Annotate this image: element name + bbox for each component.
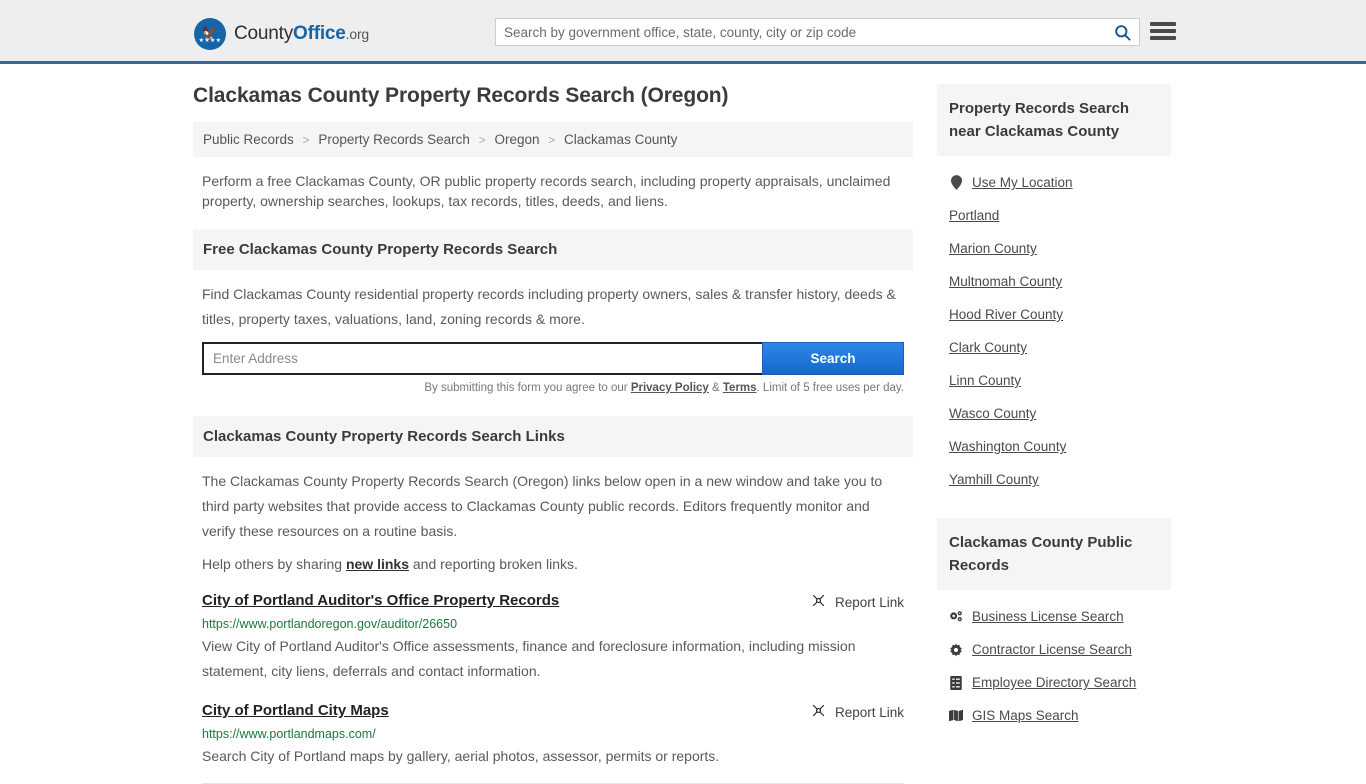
public-records-heading: Clackamas County Public Records [937,518,1171,590]
cogs-icon [949,610,963,623]
sidebar-item-contractor-license-search[interactable]: Contractor License Search [949,633,1159,666]
report-link-label: Report Link [834,594,904,610]
sidebar-item-yamhill-county[interactable]: Yamhill County [949,463,1159,496]
sidebar-item-label[interactable]: Marion County [949,241,1037,256]
sidebar-item-use-my-location[interactable]: Use My Location [949,166,1159,199]
address-input[interactable] [202,342,762,375]
map-pin-icon [949,175,963,190]
sidebar-item-label[interactable]: Yamhill County [949,472,1039,487]
sidebar-item-washington-county[interactable]: Washington County [949,430,1159,463]
disclaimer-suffix: . Limit of 5 free uses per day. [756,382,904,394]
disclaimer-prefix: By submitting this form you agree to our [424,382,631,394]
sidebar-item-label[interactable]: Linn County [949,373,1021,388]
eagle-seal-icon: 🦅 ★★★★ [194,18,226,50]
brand-text: CountyOffice.org [234,23,369,45]
hamburger-menu-icon[interactable] [1150,19,1176,43]
search-input[interactable] [496,19,1105,45]
nearby-search-heading: Property Records Search near Clackamas C… [937,84,1171,156]
sidebar-item-wasco-county[interactable]: Wasco County [949,397,1159,430]
brand-office: Office [293,23,346,44]
site-header: 🦅 ★★★★ CountyOffice.org [0,0,1366,64]
free-search-panel: Free Clackamas County Property Records S… [193,229,913,394]
sidebar-item-marion-county[interactable]: Marion County [949,232,1159,265]
help-others-text: Help others by sharing new links and rep… [202,554,904,574]
sidebar-item-label[interactable]: Wasco County [949,406,1036,421]
search-links-panel: Clackamas County Property Records Search… [193,416,913,784]
page-intro: Perform a free Clackamas County, OR publ… [202,173,891,209]
sidebar-item-label[interactable]: Business License Search [972,609,1124,624]
brand-org: .org [345,26,370,42]
result-description: View City of Portland Auditor's Office a… [202,638,856,679]
breadcrumb-item-property-records-search[interactable]: Property Records Search [318,132,470,147]
sidebar-item-business-license-search[interactable]: Business License Search [949,600,1159,633]
list-icon [949,675,963,690]
privacy-policy-link[interactable]: Privacy Policy [631,382,709,394]
search-links-heading: Clackamas County Property Records Search… [193,416,913,457]
list-item: City of Portland Auditor's Office Proper… [193,592,913,684]
broken-link-icon [811,593,826,611]
report-link-button[interactable]: Report Link [811,702,904,721]
nearby-search-panel: Property Records Search near Clackamas C… [937,84,1171,496]
help-suffix: and reporting broken links. [409,556,578,572]
breadcrumb-item-public-records[interactable]: Public Records [203,132,294,147]
report-link-label: Report Link [834,704,904,720]
sidebar-item-label[interactable]: Employee Directory Search [972,675,1136,690]
list-item: City of Portland City Maps Report Link h… [193,702,913,769]
new-links-link[interactable]: new links [346,556,409,572]
result-url: https://www.portlandoregon.gov/auditor/2… [202,617,458,631]
result-description: Search City of Portland maps by gallery,… [202,748,720,764]
help-prefix: Help others by sharing [202,556,346,572]
breadcrumb-item-oregon[interactable]: Oregon [494,132,539,147]
site-logo[interactable]: 🦅 ★★★★ CountyOffice.org [194,18,369,50]
search-icon[interactable] [1105,19,1139,45]
sidebar: Property Records Search near Clackamas C… [937,84,1171,784]
breadcrumb-item-clackamas-county[interactable]: Clackamas County [564,132,677,147]
disclaimer-amp: & [708,382,723,394]
gear-icon [949,643,963,657]
sidebar-item-portland[interactable]: Portland [949,199,1159,232]
main-content: Clackamas County Property Records Search… [193,84,913,784]
sidebar-item-label[interactable]: Multnomah County [949,274,1062,289]
breadcrumb-separator: > [478,133,486,147]
map-icon [949,709,963,722]
sidebar-item-multnomah-county[interactable]: Multnomah County [949,265,1159,298]
address-search-form: Search [193,342,913,375]
sidebar-item-label[interactable]: Clark County [949,340,1027,355]
page-title: Clackamas County Property Records Search… [193,84,729,107]
sidebar-item-clark-county[interactable]: Clark County [949,331,1159,364]
report-link-button[interactable]: Report Link [811,592,904,611]
broken-link-icon [811,703,826,721]
form-disclaimer: By submitting this form you agree to our… [193,375,913,394]
breadcrumb-separator: > [302,133,310,147]
free-search-description: Find Clackamas County residential proper… [202,286,896,327]
breadcrumb: Public Records > Property Records Search… [193,122,913,157]
brand-county: County [234,23,294,44]
sidebar-item-label[interactable]: Use My Location [972,175,1073,190]
result-title[interactable]: City of Portland City Maps [202,702,389,719]
sidebar-item-linn-county[interactable]: Linn County [949,364,1159,397]
sidebar-item-label[interactable]: Hood River County [949,307,1063,322]
terms-link[interactable]: Terms [723,382,757,394]
public-records-panel: Clackamas County Public Records Business… [937,518,1171,732]
search-links-paragraph: The Clackamas County Property Records Se… [202,473,883,539]
sidebar-item-gis-maps-search[interactable]: GIS Maps Search [949,699,1159,732]
sidebar-item-label[interactable]: GIS Maps Search [972,708,1079,723]
sidebar-item-hood-river-county[interactable]: Hood River County [949,298,1159,331]
breadcrumb-separator: > [548,133,556,147]
sidebar-item-label[interactable]: Portland [949,208,999,223]
free-search-heading: Free Clackamas County Property Records S… [193,229,913,270]
result-title[interactable]: City of Portland Auditor's Office Proper… [202,592,559,609]
sidebar-item-label[interactable]: Washington County [949,439,1066,454]
search-submit-button[interactable]: Search [762,342,904,375]
sidebar-item-employee-directory-search[interactable]: Employee Directory Search [949,666,1159,699]
sidebar-item-label[interactable]: Contractor License Search [972,642,1132,657]
result-url: https://www.portlandmaps.com/ [202,727,376,741]
header-search-bar [495,18,1140,46]
